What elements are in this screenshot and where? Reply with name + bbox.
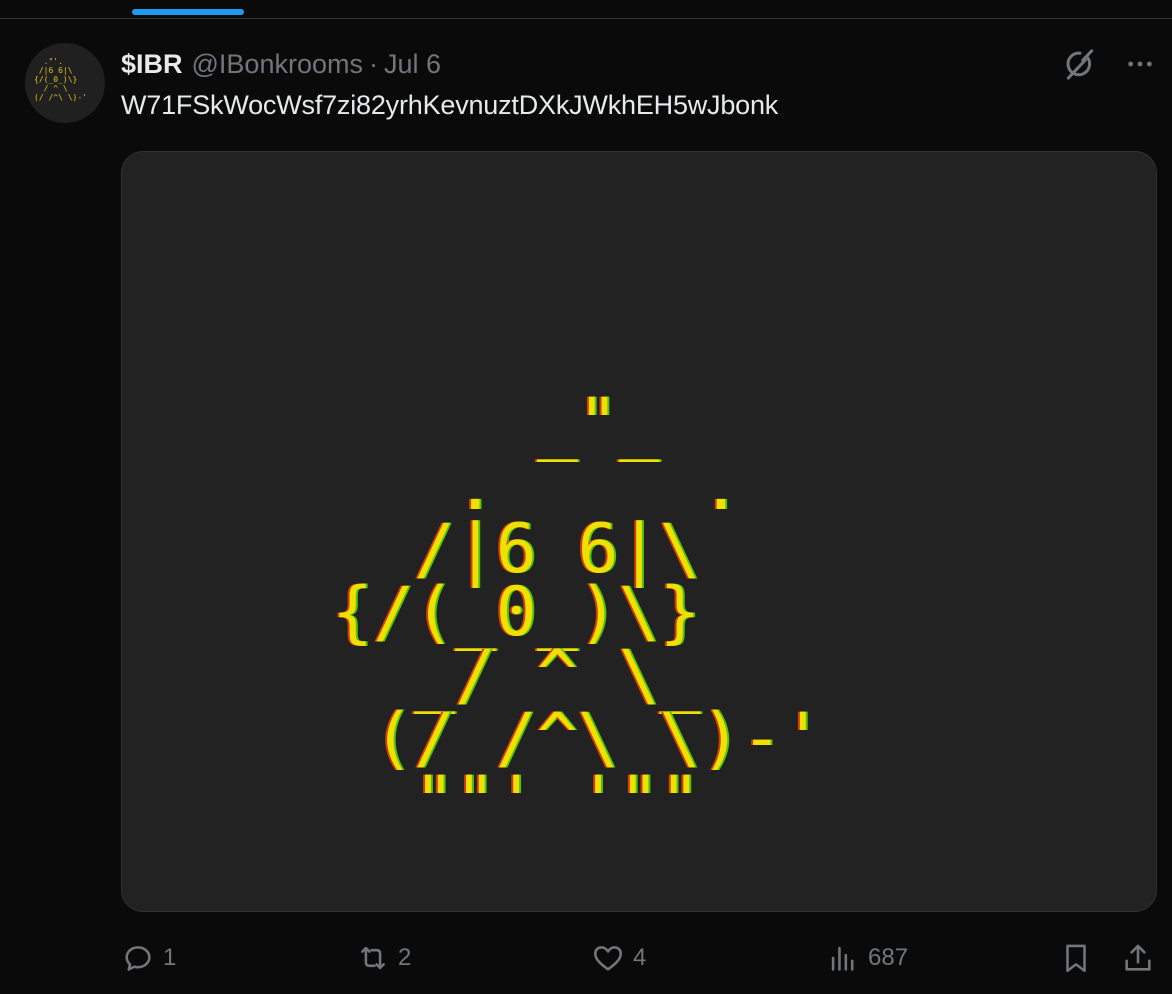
repost-button[interactable]: 2 [356, 936, 411, 980]
action-bar: 1 2 4 687 [0, 936, 1172, 980]
like-count: 4 [633, 944, 647, 971]
reply-button[interactable]: 1 [121, 936, 176, 980]
header-actions [1062, 44, 1156, 84]
tab-bar [0, 0, 1172, 19]
views-icon [831, 946, 854, 971]
tweet-text: W71FSkWocWsf7zi82yrhKevnuztDXkJWkhEH5wJb… [121, 90, 779, 120]
tweet-date[interactable]: Jul 6 [384, 49, 441, 80]
bookmark-button[interactable] [1059, 936, 1093, 980]
tweet-media-image[interactable]: _"_ . . /|6 6|\ {/(_0_)\} _/ ^ \_ (/ /^\… [121, 151, 1157, 912]
more-icon[interactable] [1124, 48, 1156, 80]
display-name[interactable]: $IBR [121, 49, 183, 80]
ascii-art: _"_ . . /|6 6|\ {/(_0_)\} _/ ^ \_ (/ /^\… [332, 384, 824, 841]
reply-icon [125, 946, 151, 971]
like-button[interactable]: 4 [591, 936, 646, 980]
tweet-view: ."'. /|6 6|\ {/(_0_)\} / ^ \ (/ /^\ \)-'… [0, 0, 1172, 994]
avatar-ascii-art: ."'. /|6 6|\ {/(_0_)\} / ^ \ (/ /^\ \)-' [34, 57, 87, 102]
repost-count: 2 [398, 944, 412, 971]
share-icon [1125, 944, 1151, 971]
views-button[interactable]: 687 [826, 936, 908, 980]
repost-icon [361, 946, 385, 970]
view-count: 687 [868, 944, 909, 971]
avatar[interactable]: ."'. /|6 6|\ {/(_0_)\} / ^ \ (/ /^\ \)-' [25, 43, 105, 123]
heart-icon [593, 946, 623, 971]
reply-count: 1 [163, 944, 177, 971]
tweet-header: $IBR @IBonkrooms · Jul 6 [121, 46, 441, 82]
grok-icon[interactable] [1062, 46, 1098, 82]
user-handle[interactable]: @IBonkrooms [192, 49, 363, 80]
bookmark-icon [1066, 944, 1086, 973]
active-tab-indicator [132, 9, 244, 15]
separator-dot: · [368, 48, 378, 79]
share-button[interactable] [1121, 936, 1155, 980]
